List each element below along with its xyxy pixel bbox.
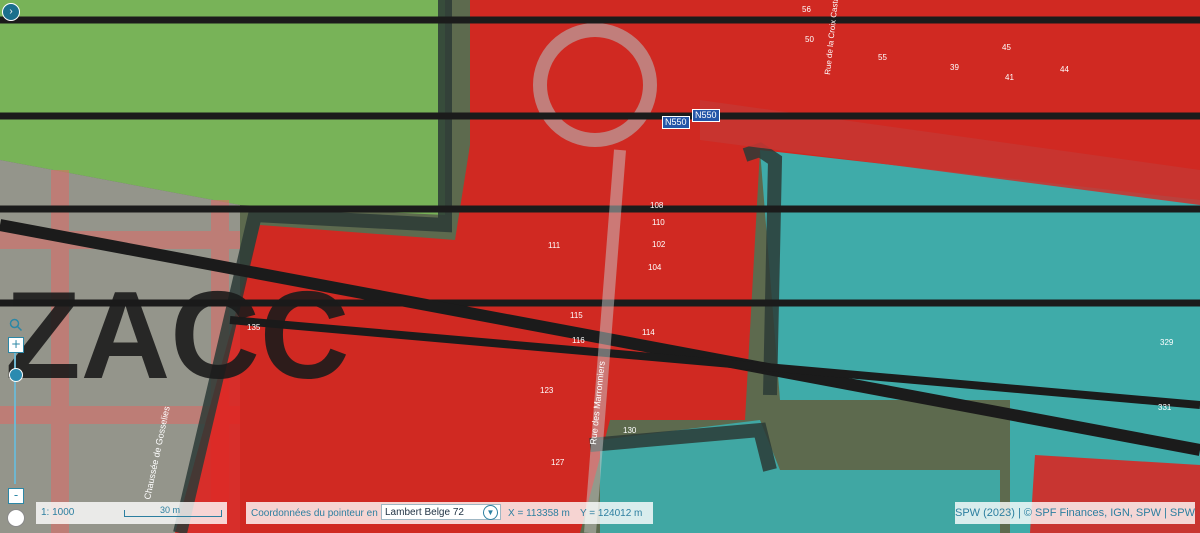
home-extent-button[interactable] [7,509,25,527]
chevron-down-icon: ▼ [483,505,498,520]
zoom-out-button[interactable]: - [8,488,24,504]
house-number: 104 [648,263,662,272]
zone-label: ZACC [5,267,349,405]
house-number: 116 [572,336,585,345]
house-number: 331 [1158,403,1172,412]
projection-value: Lambert Belge 72 [385,507,464,518]
house-number: 135 [247,323,261,332]
scale-ratio: 1: 1000 [41,507,75,518]
house-number: 102 [652,240,666,249]
house-number: 127 [551,458,565,467]
projection-select[interactable]: Lambert Belge 72 ▼ [381,504,501,520]
house-number: 41 [1005,73,1014,82]
house-number: 115 [570,311,583,320]
magnifier-icon [9,318,23,332]
chevron-right-icon: › [9,6,13,17]
house-number: 44 [1060,65,1069,74]
house-number: 39 [950,63,959,72]
house-number: 114 [642,328,655,337]
scale-panel: 1: 1000 30 m [36,502,227,524]
house-number: 123 [540,386,554,395]
house-number: 56 [802,5,811,14]
house-number: 130 [623,426,637,435]
house-number: 329 [1160,338,1174,347]
road-sign-n550: N550 [662,116,690,129]
zoom-slider-track[interactable] [14,338,16,484]
house-number: 110 [652,218,665,227]
coordinates-label: Coordonnées du pointeur en [251,508,378,519]
expand-panel-button[interactable]: › [2,3,20,21]
house-number: 108 [650,201,664,210]
attribution: SPW (2023) | © SPF Finances, IGN, SPW | … [955,502,1195,524]
coordinate-x: X = 113358 m [508,508,570,519]
zoom-in-button[interactable]: + [8,337,24,353]
map-canvas[interactable]: ZACC 111 110 108 102 104 115 116 114 135 123 130 12… [0,0,1200,533]
zoom-slider-handle[interactable] [9,368,23,382]
road-sign-n550: N550 [692,109,720,122]
house-number: 45 [1002,43,1011,52]
coordinates-panel: Coordonnées du pointeur en Lambert Belge… [246,502,653,524]
scale-bar [124,510,222,517]
house-number: 50 [805,35,814,44]
coordinate-y: Y = 124012 m [580,508,643,519]
house-number: 111 [548,241,561,250]
house-number: 55 [878,53,887,62]
